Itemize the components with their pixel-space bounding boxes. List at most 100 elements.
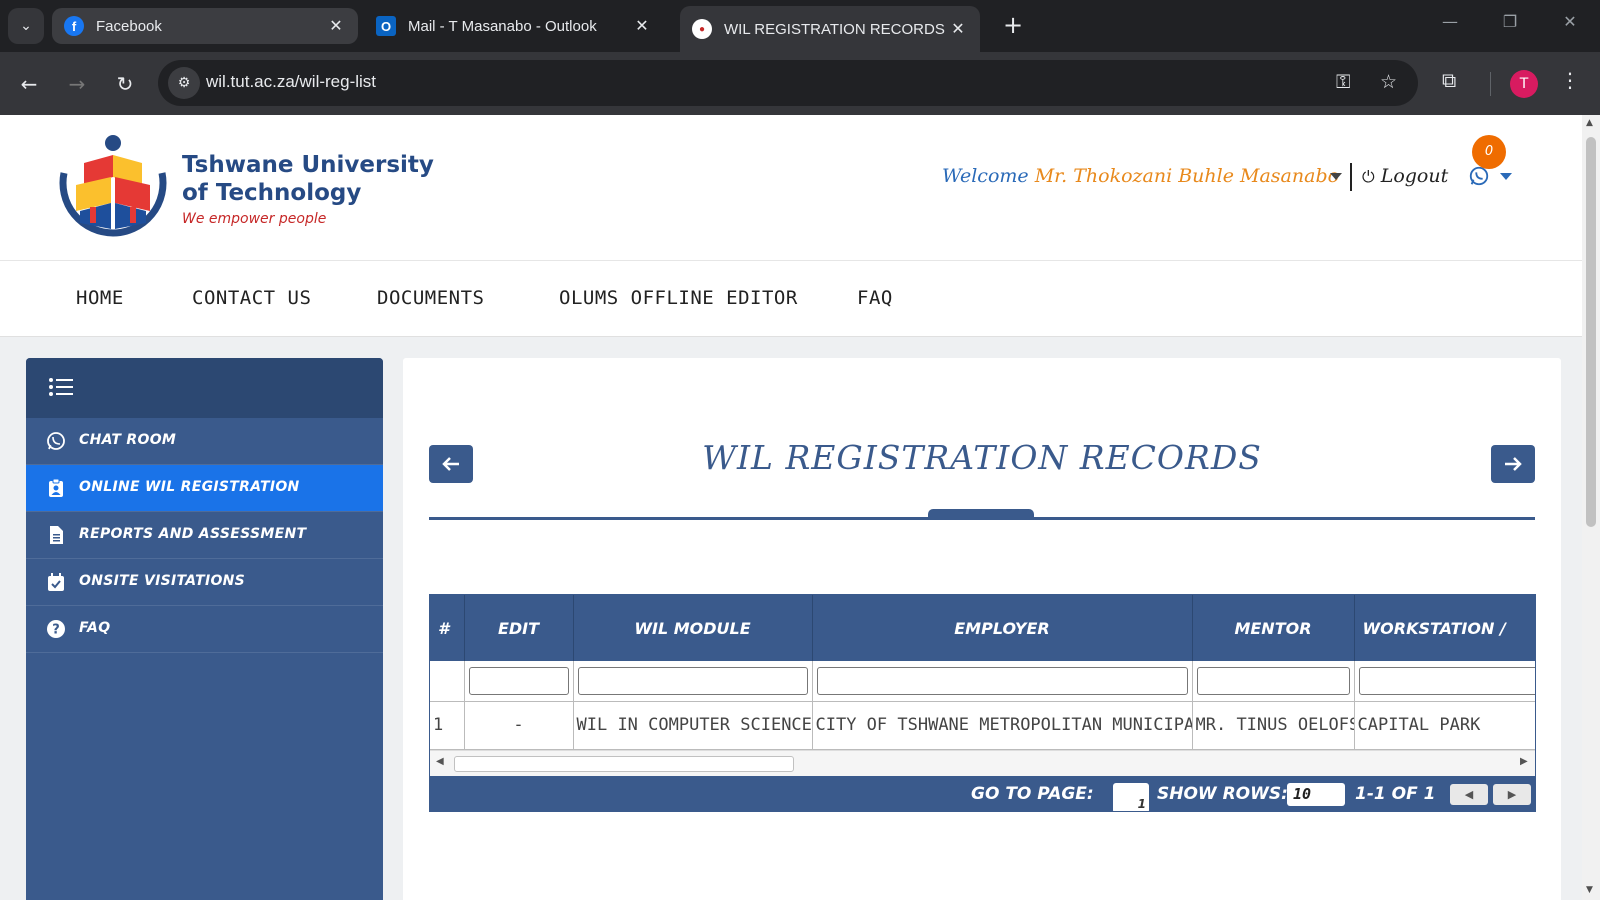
table-row[interactable]: 1 - WIL IN COMPUTER SCIENCE CITY OF TSHW… [430, 701, 1535, 750]
goto-page-label: GO TO PAGE: [971, 784, 1094, 804]
header-divider [1350, 163, 1352, 191]
notification-badge[interactable]: 0 [1472, 135, 1506, 169]
browser-tab-bar: ⌄ f Facebook ✕ O Mail - T Masanabo - Out… [0, 0, 1600, 52]
sidebar: CHAT ROOM ONLINE WIL REGISTRATION REPORT… [26, 358, 383, 900]
nav-contact-us[interactable]: CONTACT US [192, 287, 311, 309]
user-name[interactable]: Mr. Thokozani Buhle Masanabo [1035, 165, 1339, 187]
sidebar-item-onsite-visitations[interactable]: ONSITE VISITATIONS [26, 559, 383, 606]
main-nav: HOME CONTACT US DOCUMENTS OLUMS OFFLINE … [0, 261, 1582, 337]
welcome-label: Welcome [942, 165, 1029, 187]
tab-title: Facebook [96, 17, 162, 35]
brand-name-line1: Tshwane University [182, 152, 434, 178]
password-key-icon[interactable]: ⚿ [1336, 71, 1350, 93]
sidebar-item-label: ONSITE VISITATIONS [79, 573, 246, 589]
column-header-workstation[interactable]: WORKSTATION / [1354, 595, 1535, 661]
filter-input-mentor[interactable] [1196, 666, 1350, 695]
close-icon[interactable]: ✕ [326, 16, 346, 36]
column-header-mentor[interactable]: MENTOR [1192, 595, 1355, 661]
next-button[interactable] [1491, 445, 1535, 483]
column-header-employer[interactable]: EMPLOYER [812, 595, 1193, 661]
scrollbar-thumb[interactable] [454, 756, 794, 772]
brand-name-line2: of Technology [182, 180, 362, 206]
whatsapp-icon [47, 432, 65, 450]
nav-home[interactable]: HOME [76, 287, 124, 309]
cell-number: 1 [430, 701, 465, 750]
sidebar-item-online-wil-registration[interactable]: ONLINE WIL REGISTRATION [26, 465, 383, 512]
tut-logo-icon [59, 135, 167, 237]
extensions-icon[interactable]: ⧉ [1442, 68, 1456, 92]
next-page-button[interactable]: ▶ [1493, 784, 1531, 805]
sidebar-item-label: ONLINE WIL REGISTRATION [79, 479, 300, 495]
sidebar-item-chat-room[interactable]: CHAT ROOM [26, 418, 383, 465]
welcome-text[interactable]: Welcome Mr. Thokozani Buhle Masanabo [942, 165, 1339, 187]
url-text[interactable]: wil.tut.ac.za/wil-reg-list [206, 72, 376, 92]
site-header: Tshwane University of Technology We empo… [0, 115, 1582, 261]
close-icon[interactable]: ✕ [948, 19, 968, 39]
filter-cell-empty [430, 661, 465, 702]
svg-text:?: ? [52, 623, 60, 638]
filter-row [430, 661, 1535, 702]
tab-title: WIL REGISTRATION RECORDS :: W [724, 20, 948, 38]
column-header-number[interactable]: # [430, 595, 465, 661]
calendar-check-icon [48, 573, 64, 591]
show-rows-input[interactable]: 10 [1287, 783, 1345, 806]
tab-wil-registration[interactable]: ● WIL REGISTRATION RECORDS :: W ✕ [680, 6, 980, 52]
profile-avatar[interactable]: T [1510, 70, 1538, 98]
column-header-edit[interactable]: EDIT [464, 595, 574, 661]
goto-page-input[interactable]: 1 [1113, 783, 1149, 811]
nav-faq[interactable]: FAQ [857, 287, 893, 309]
horizontal-scrollbar[interactable]: ◀ ▶ [430, 750, 1535, 776]
forward-icon[interactable]: → [62, 69, 92, 99]
scroll-right-icon[interactable]: ▶ [1520, 756, 1528, 767]
scroll-down-icon[interactable]: ▼ [1586, 885, 1593, 895]
notifications-chevron-down-icon[interactable] [1500, 173, 1512, 180]
cell-employer: CITY OF TSHWANE METROPOLITAN MUNICIPALIT… [812, 701, 1193, 750]
bookmark-star-icon[interactable]: ☆ [1380, 71, 1397, 93]
title-underline-tab [928, 509, 1034, 519]
toolbar-divider [1490, 72, 1491, 96]
list-menu-icon[interactable] [48, 376, 74, 398]
brand-block: Tshwane University of Technology We empo… [182, 151, 434, 227]
back-icon[interactable]: ← [14, 69, 44, 99]
scroll-up-icon[interactable]: ▲ [1586, 118, 1593, 128]
sidebar-item-faq[interactable]: ? FAQ [26, 606, 383, 653]
vertical-scrollbar[interactable]: ▲ ▼ [1582, 115, 1600, 900]
tab-outlook[interactable]: O Mail - T Masanabo - Outlook ✕ [364, 6, 664, 46]
facebook-icon: f [64, 16, 84, 36]
sidebar-header [26, 358, 383, 418]
site-info-icon[interactable]: ⚙ [168, 67, 200, 99]
arrow-right-icon [1505, 457, 1522, 471]
nav-olums-offline-editor[interactable]: OLUMS OFFLINE EDITOR [559, 287, 798, 309]
cell-wil-module: WIL IN COMPUTER SCIENCE [573, 701, 813, 750]
sidebar-item-reports-and-assessment[interactable]: REPORTS AND ASSESSMENT [26, 512, 383, 559]
logout-button[interactable]: ⏻ Logout [1362, 165, 1448, 187]
cell-edit[interactable]: - [464, 701, 574, 750]
tab-facebook[interactable]: f Facebook ✕ [52, 8, 358, 44]
window-close-icon[interactable]: ✕ [1550, 12, 1590, 31]
outlook-icon: O [376, 16, 396, 36]
prev-page-button[interactable]: ◀ [1450, 784, 1488, 805]
restore-icon[interactable]: ❐ [1490, 12, 1530, 31]
nav-documents[interactable]: DOCUMENTS [377, 287, 484, 309]
cell-mentor: MR. TINUS OELOFSE [1192, 701, 1355, 750]
scroll-left-icon[interactable]: ◀ [436, 756, 444, 767]
browser-toolbar: ← → ↻ ⚙ wil.tut.ac.za/wil-reg-list ⚿ ☆ ⧉… [0, 52, 1600, 115]
column-header-wil-module[interactable]: WIL MODULE [573, 595, 813, 661]
reload-icon[interactable]: ↻ [110, 69, 140, 99]
sidebar-item-label: FAQ [79, 620, 111, 636]
close-icon[interactable]: ✕ [632, 16, 652, 36]
address-bar[interactable]: ⚙ wil.tut.ac.za/wil-reg-list ⚿ ☆ [158, 60, 1418, 106]
show-rows-label: SHOW ROWS: [1157, 784, 1288, 804]
page-range-text: 1-1 OF 1 [1355, 784, 1436, 804]
filter-input-wil-module[interactable] [577, 666, 808, 695]
minimize-icon[interactable]: — [1430, 12, 1470, 31]
filter-input-employer[interactable] [816, 666, 1188, 695]
user-menu-chevron-down-icon[interactable] [1330, 173, 1342, 180]
new-tab-icon[interactable]: + [998, 10, 1028, 40]
scrollbar-thumb[interactable] [1586, 137, 1596, 527]
file-text-icon [50, 526, 63, 544]
browser-menu-icon[interactable]: ⋮ [1560, 68, 1580, 92]
filter-input-workstation[interactable] [1358, 666, 1535, 695]
tab-search-chevron-icon[interactable]: ⌄ [8, 8, 44, 44]
filter-input-edit[interactable] [468, 666, 569, 695]
